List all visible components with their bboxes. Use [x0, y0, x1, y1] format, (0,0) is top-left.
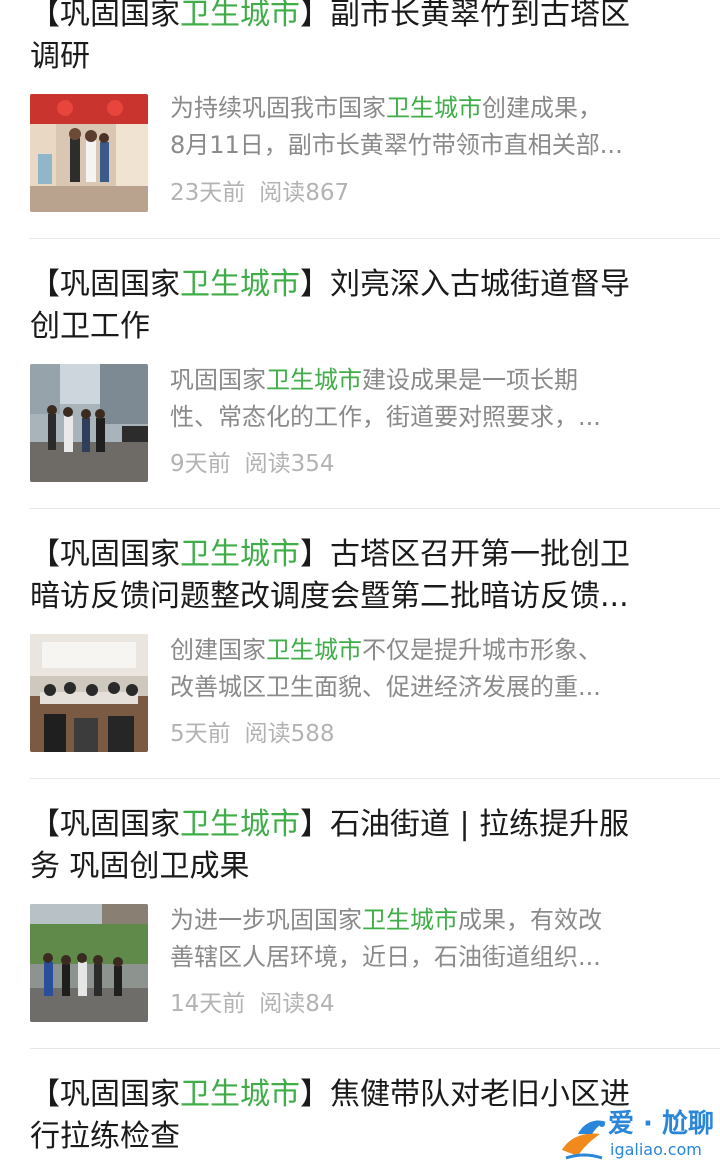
article-title[interactable]: 【巩固国家卫生城市】副市长黄翠竹到古塔区 调研 [30, 0, 690, 78]
article-snippet: 为持续巩固我市国家卫生城市创建成果， 8月11日，副市长黄翠竹带领市直相关部..… [170, 94, 623, 159]
keyword-highlight: 卫生城市 [386, 94, 482, 122]
article-snippet: 巩固国家卫生城市建设成果是一项长期 性、常态化的工作，街道要对照要求，... [170, 366, 601, 431]
article-title[interactable]: 【巩固国家卫生城市】石油街道 | 拉练提升服 务 巩固创卫成果 [30, 804, 690, 888]
divider [30, 238, 720, 239]
divider [30, 1048, 720, 1049]
article-snippet: 为进一步巩固国家卫生城市成果，有效改 善辖区人居环境，近日，石油街道组织... [170, 906, 602, 971]
publish-time: 14天前 [170, 991, 246, 1017]
article-title[interactable]: 【巩固国家卫生城市】刘亮深入古城街道督导 创卫工作 [30, 264, 690, 348]
article-thumbnail[interactable] [30, 364, 148, 482]
article-meta: 5天前 阅读588 [170, 719, 335, 749]
article-meta: 9天前 阅读354 [170, 449, 335, 479]
publish-time: 23天前 [170, 180, 246, 206]
article-meta: 23天前 阅读867 [170, 178, 349, 208]
article-thumbnail[interactable] [30, 634, 148, 752]
keyword-highlight: 卫生城市 [362, 906, 458, 934]
read-count: 阅读867 [259, 180, 350, 206]
article-title[interactable]: 【巩固国家卫生城市】古塔区召开第一批创卫 暗访反馈问题整改调度会暨第二批暗访反馈… [30, 534, 690, 618]
article-snippet: 创建国家卫生城市不仅是提升城市形象、 改善城区卫生面貌、促进经济发展的重... [170, 636, 602, 701]
keyword-highlight: 卫生城市 [180, 807, 300, 842]
article-meta: 14天前 阅读84 [170, 989, 335, 1019]
divider [30, 508, 720, 509]
keyword-highlight: 卫生城市 [180, 1077, 300, 1112]
read-count: 阅读354 [244, 451, 335, 477]
divider [30, 778, 720, 779]
keyword-highlight: 卫生城市 [266, 366, 362, 394]
keyword-highlight: 卫生城市 [180, 537, 300, 572]
publish-time: 5天前 [170, 721, 231, 747]
publish-time: 9天前 [170, 451, 231, 477]
read-count: 阅读588 [244, 721, 335, 747]
bird-logo-icon [562, 1120, 606, 1160]
keyword-highlight: 卫生城市 [180, 0, 300, 32]
watermark-brand: 爱 · 尬聊 [608, 1109, 714, 1139]
article-thumbnail[interactable] [30, 904, 148, 1022]
keyword-highlight: 卫生城市 [266, 636, 362, 664]
keyword-highlight: 卫生城市 [180, 267, 300, 302]
article-thumbnail[interactable] [30, 94, 148, 212]
watermark-url: igaliao.com [610, 1140, 702, 1159]
watermark-logo: 爱 · 尬聊 igaliao.com [556, 1108, 716, 1168]
read-count: 阅读84 [259, 991, 335, 1017]
